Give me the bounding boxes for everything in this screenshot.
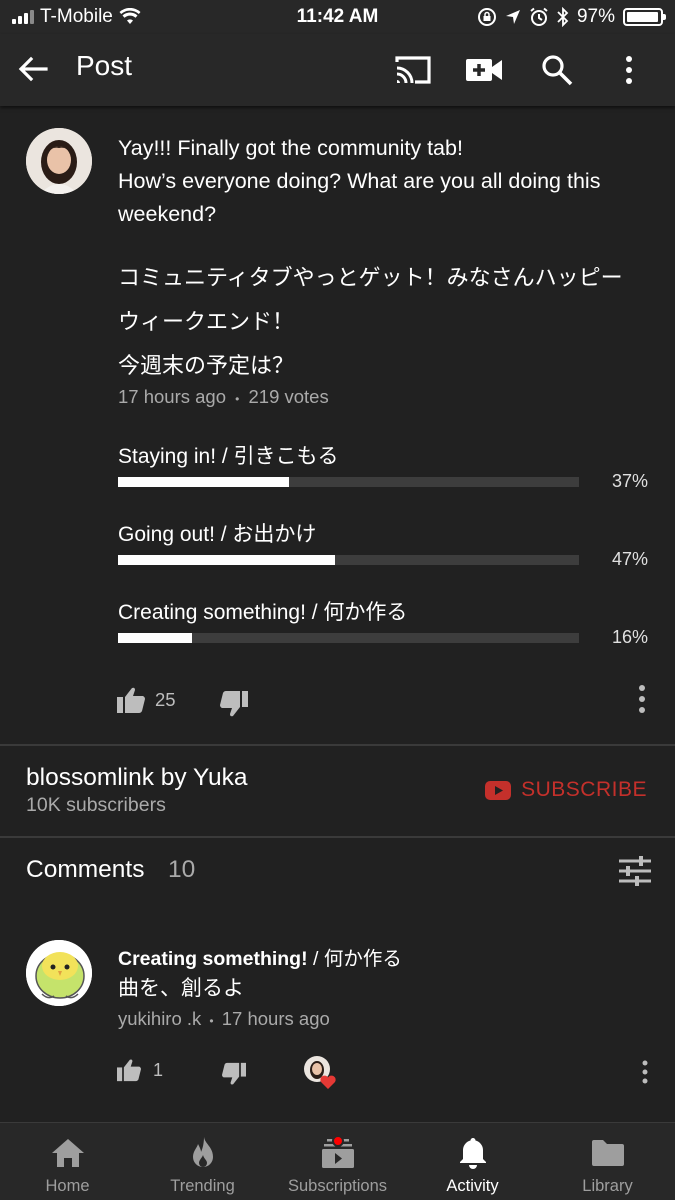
flame-icon: [192, 1137, 213, 1167]
post-text-english: Yay!!! Finally got the community tab! Ho…: [118, 132, 648, 231]
thumbs-up-icon[interactable]: [116, 1058, 142, 1082]
search-icon: [542, 55, 573, 86]
more-options-button[interactable]: [609, 50, 649, 90]
nav-label: Activity: [446, 1177, 499, 1195]
thumbs-up-icon[interactable]: [116, 686, 146, 714]
comment-like-count: 1: [153, 1060, 164, 1080]
more-vert-icon[interactable]: [638, 684, 646, 714]
community-post: Yay!!! Finally got the community tab! Ho…: [0, 106, 675, 744]
comment-text: 曲を、創るよ: [118, 977, 244, 1000]
channel-name[interactable]: blossomlink by Yuka: [26, 764, 248, 792]
poll-bar-track: [118, 477, 579, 487]
poll-option-percent: 47%: [611, 549, 648, 569]
commenter-avatar-image: [26, 940, 92, 1006]
comment-time: 17 hours ago: [221, 1008, 330, 1029]
comment-item: Creating something! / 何か作る 曲を、創るよ yukihi…: [0, 930, 675, 1120]
cast-button[interactable]: [393, 50, 433, 90]
poll-bar-track: [118, 633, 579, 643]
post-actions: 25: [116, 684, 656, 724]
channel-avatar-image: [26, 128, 92, 194]
comment-meta: yukihiro .k • 17 hours ago: [118, 1008, 330, 1030]
bluetooth-icon: [557, 7, 569, 27]
nav-label: Trending: [170, 1177, 235, 1195]
sort-filter-icon[interactable]: [619, 856, 651, 886]
nav-trending[interactable]: Trending: [135, 1123, 270, 1200]
search-button[interactable]: [537, 50, 577, 90]
comment-actions: 1: [116, 1056, 656, 1092]
nav-label: Subscriptions: [287, 1177, 388, 1195]
post-body: Yay!!! Finally got the community tab! Ho…: [118, 136, 601, 226]
meta-separator: •: [235, 392, 240, 406]
nav-home[interactable]: Home: [0, 1123, 135, 1200]
post-jp-line: ウィークエンド！: [118, 309, 295, 334]
comments-header: Comments 10: [0, 838, 675, 908]
nav-label: Home: [45, 1177, 90, 1195]
thumbs-down-icon[interactable]: [219, 690, 249, 718]
comment-poll-choice: Creating something! / 何か作る: [118, 942, 402, 971]
cast-icon: [395, 56, 431, 84]
poll-bar-fill: [118, 477, 289, 487]
thumbs-down-icon[interactable]: [221, 1062, 247, 1086]
subscribe-label: SUBSCRIBE: [521, 778, 647, 801]
battery-percent: 97%: [576, 6, 615, 27]
comments-title: Comments: [26, 856, 145, 883]
home-icon: [51, 1139, 84, 1167]
page-title: Post: [76, 50, 133, 81]
poll-option[interactable]: Staying in! / 引きこもる 37%: [118, 440, 648, 510]
vote-count: 219 votes: [248, 386, 329, 407]
notification-dot: [332, 1135, 344, 1147]
poll-bar-fill: [118, 555, 335, 565]
post-meta: 17 hours ago • 219 votes: [118, 386, 329, 408]
post-jp-line: コミュニティタブやっとゲット！みなさんハッピー: [118, 265, 623, 290]
youtube-logo-icon: [485, 780, 512, 800]
poll-option-label: Creating something! / 何か作る: [118, 601, 408, 624]
status-bar: T-Mobile 11:42 AM 97%: [0, 0, 675, 34]
channel-info: blossomlink by Yuka 10K subscribers SUBS…: [0, 746, 675, 836]
battery-icon: [623, 8, 666, 26]
orientation-lock-icon: [477, 8, 496, 26]
poll-option-percent: 16%: [611, 627, 648, 647]
poll-option-label: Staying in! / 引きこもる: [118, 445, 339, 468]
nav-library[interactable]: Library: [540, 1123, 675, 1200]
nav-label: Library: [582, 1177, 633, 1195]
back-button[interactable]: [16, 52, 50, 86]
post-time: 17 hours ago: [118, 386, 227, 407]
back-arrow-icon: [18, 56, 48, 82]
more-vert-icon[interactable]: [642, 1060, 648, 1084]
app-bar: Post: [0, 34, 675, 106]
subscriber-count: 10K subscribers: [26, 794, 166, 816]
poll-bar-fill: [118, 633, 192, 643]
bottom-navigation: Home Trending Subscriptions Activity Lib…: [0, 1122, 675, 1200]
creator-heart-badge: [304, 1056, 336, 1089]
like-count: 25: [155, 689, 176, 710]
avatar[interactable]: [26, 940, 92, 1006]
subscribe-button[interactable]: SUBSCRIBE: [485, 778, 647, 802]
nav-subscriptions[interactable]: Subscriptions: [270, 1123, 405, 1200]
poll-bar-track: [118, 555, 579, 565]
poll-option-percent: 37%: [611, 471, 648, 491]
choice-bold: Creating something!: [118, 948, 308, 970]
poll-option-label: Going out! / お出かけ: [118, 523, 317, 546]
choice-rest: / 何か作る: [307, 948, 402, 970]
comment-author[interactable]: yukihiro .k: [118, 1008, 201, 1029]
meta-separator: •: [209, 1014, 214, 1028]
comments-count: 10: [168, 856, 196, 883]
upload-video-button[interactable]: [464, 50, 504, 90]
folder-icon: [591, 1140, 624, 1166]
poll-option[interactable]: Creating something! / 何か作る 16%: [118, 596, 648, 666]
nav-activity[interactable]: Activity: [405, 1123, 540, 1200]
alarm-icon: [530, 7, 548, 26]
more-vert-icon: [626, 56, 632, 84]
post-text-japanese: コミュニティタブやっとゲット！みなさんハッピー ウィークエンド！ 今週末の予定は…: [118, 256, 648, 388]
poll-option[interactable]: Going out! / お出かけ 47%: [118, 518, 648, 588]
post-jp-line: 今週末の予定は？: [118, 353, 295, 378]
creator-avatar-heart-icon: [304, 1056, 336, 1089]
bell-icon: [459, 1138, 486, 1169]
avatar[interactable]: [26, 128, 92, 194]
location-icon: [505, 10, 520, 24]
video-camera-add-icon: [466, 59, 502, 81]
